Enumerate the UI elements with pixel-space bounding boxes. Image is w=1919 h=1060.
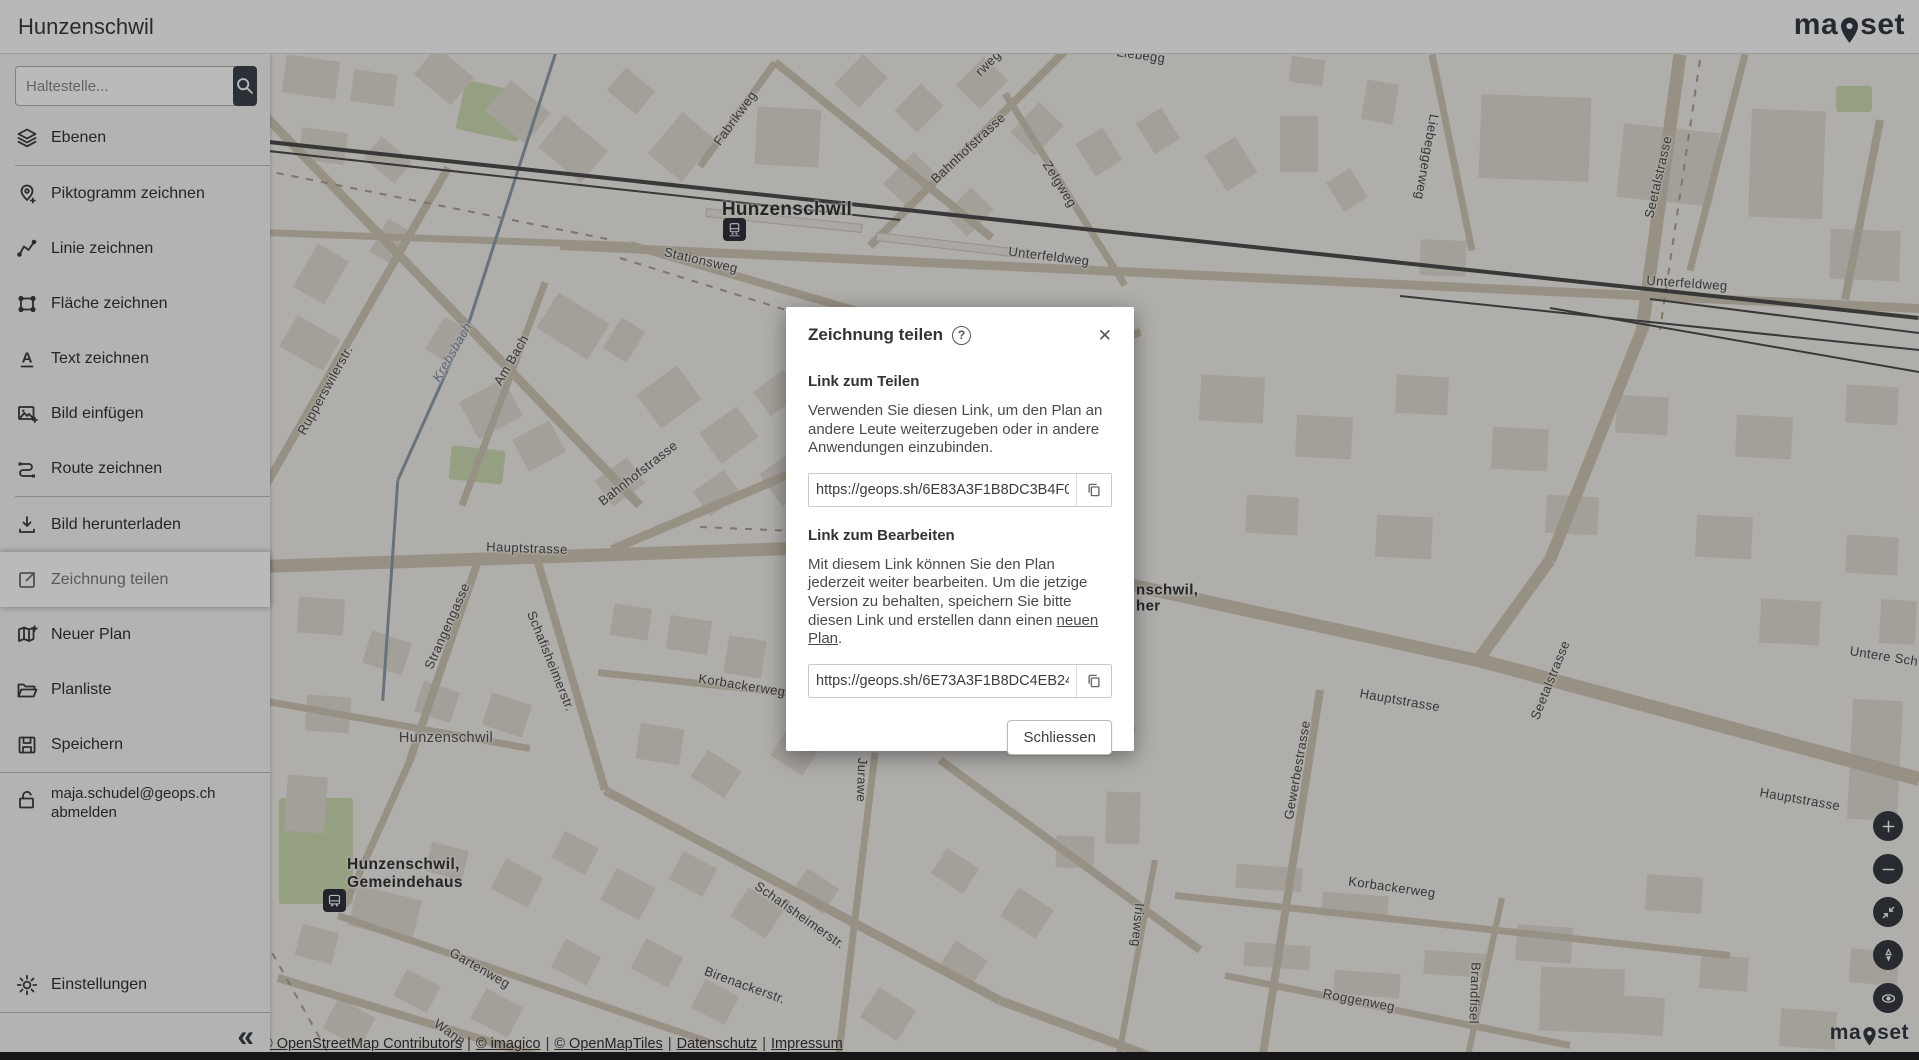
share-link-input[interactable]: [809, 474, 1076, 506]
edit-link-description: Mit diesem Link können Sie den Plan jede…: [808, 556, 1112, 649]
share-drawing-dialog: Zeichnung teilen ? ✕ Link zum Teilen Ver…: [786, 307, 1134, 751]
close-icon[interactable]: ✕: [1098, 327, 1112, 344]
help-icon[interactable]: ?: [952, 326, 971, 345]
edit-description-text: Mit diesem Link können Sie den Plan jede…: [808, 556, 1087, 629]
copy-share-link-button[interactable]: [1076, 474, 1111, 506]
share-link-row: [808, 473, 1112, 507]
edit-description-period: .: [838, 630, 842, 647]
edit-link-input[interactable]: [809, 665, 1076, 697]
share-link-heading: Link zum Teilen: [808, 373, 1112, 390]
copy-icon: [1085, 481, 1103, 499]
share-link-description: Verwenden Sie diesen Link, um den Plan a…: [808, 402, 1112, 458]
edit-link-heading: Link zum Bearbeiten: [808, 527, 1112, 544]
edit-link-row: [808, 664, 1112, 698]
copy-edit-link-button[interactable]: [1076, 665, 1111, 697]
dialog-title: Zeichnung teilen: [808, 325, 943, 345]
schliessen-button[interactable]: Schliessen: [1007, 720, 1112, 755]
copy-icon: [1085, 672, 1103, 690]
